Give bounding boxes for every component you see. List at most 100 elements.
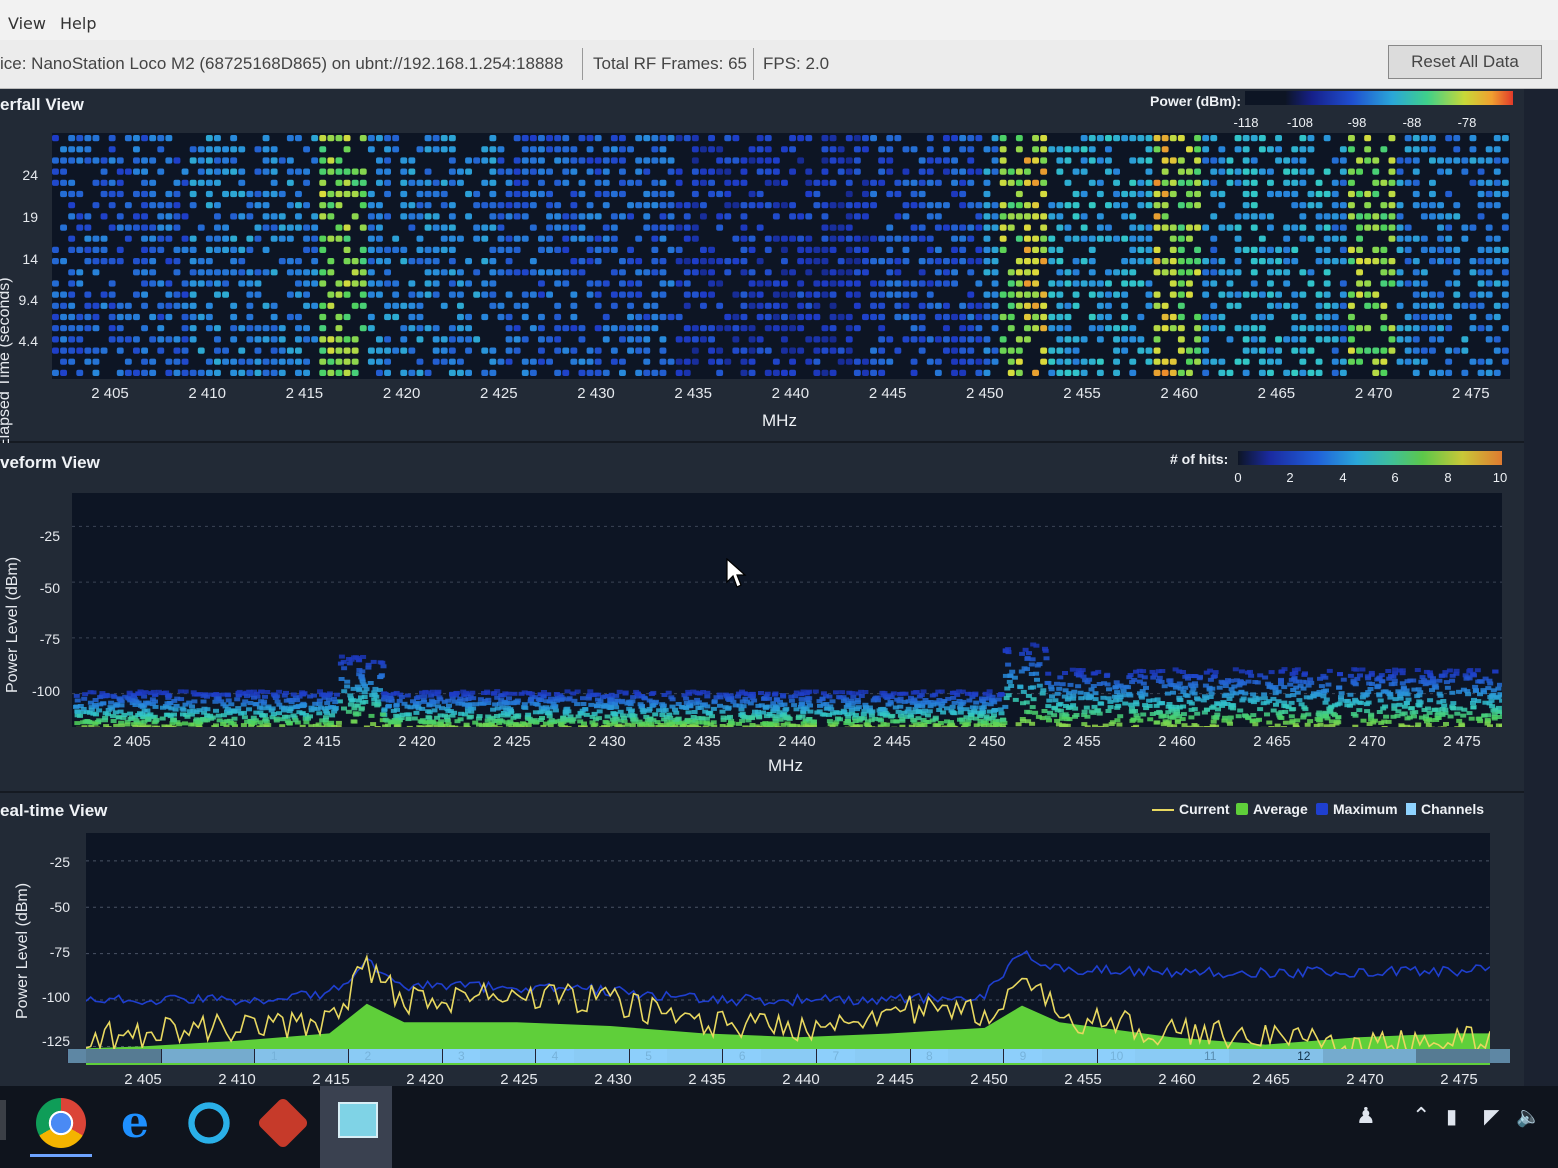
waveform-point — [669, 697, 676, 702]
waterfall-cell — [610, 224, 618, 231]
waveform-point — [1356, 708, 1363, 713]
waterfall-cell — [602, 157, 610, 164]
waterfall-cell — [991, 269, 999, 276]
waterfall-cell — [724, 157, 732, 164]
waterfall-cell — [1250, 224, 1258, 231]
waterfall-cell — [1040, 358, 1048, 365]
waterfall-cell — [173, 190, 181, 198]
waterfall-cell — [311, 213, 319, 220]
waterfall-cell — [1299, 202, 1307, 209]
waterfall-cell — [149, 269, 157, 276]
menu-view[interactable]: View — [8, 14, 46, 33]
waveform-point — [920, 689, 927, 694]
waveform-point — [660, 703, 667, 708]
waterfall-cell — [432, 358, 440, 365]
waveform-point — [792, 694, 799, 699]
waterfall-cell — [659, 224, 667, 231]
waterfall-cell — [1477, 269, 1485, 276]
waterfall-plot[interactable] — [52, 133, 1510, 379]
waterfall-cell — [902, 146, 910, 153]
waterfall-cell — [497, 269, 505, 276]
waveform-point — [482, 723, 489, 727]
waterfall-cell — [133, 190, 140, 198]
waterfall-cell — [1404, 325, 1412, 332]
waterfall-cell — [440, 202, 448, 209]
waveform-point — [393, 702, 400, 707]
waterfall-cell — [319, 179, 327, 186]
fps-readout: FPS: 2.0 — [763, 54, 830, 73]
waveform-point — [1335, 715, 1342, 720]
reset-all-data-button[interactable]: Reset All Data — [1388, 45, 1542, 79]
waterfall-cell — [659, 258, 667, 265]
waterfall-cell — [335, 179, 343, 186]
waterfall-cell — [1113, 358, 1120, 365]
waveform-point — [1004, 686, 1011, 691]
waterfall-cell — [278, 358, 286, 365]
waterfall-cell — [189, 336, 197, 343]
waterfall-cell — [1032, 202, 1039, 209]
waterfall-cell — [1388, 258, 1396, 265]
waterfall-cell — [1445, 369, 1453, 376]
waterfall-cell — [327, 358, 335, 365]
waterfall-cell — [1388, 224, 1396, 231]
waterfall-cell — [205, 258, 213, 265]
waterfall-cell — [1194, 146, 1201, 153]
waterfall-cell — [343, 358, 351, 365]
waterfall-cell — [286, 235, 294, 242]
waveform-point — [852, 719, 859, 723]
waterfall-cell — [1210, 190, 1218, 198]
waveform-point — [1369, 682, 1375, 686]
waveform-point — [235, 693, 242, 698]
waterfall-cell — [278, 235, 286, 242]
waterfall-cell — [594, 280, 602, 287]
waterfall-cell — [1453, 157, 1461, 164]
waterfall-cell — [1258, 369, 1266, 376]
waterfall-cell — [740, 302, 748, 309]
waveform-point — [591, 711, 598, 716]
waterfall-cell — [1453, 135, 1461, 142]
waterfall-cell — [1242, 157, 1250, 164]
waterfall-cell — [586, 135, 594, 142]
waterfall-cell — [1161, 190, 1169, 198]
waterfall-cell — [254, 146, 262, 153]
waveform-point — [830, 711, 836, 716]
waterfall-cell — [594, 179, 602, 186]
waterfall-cell — [554, 302, 562, 309]
waterfall-cell — [1072, 190, 1080, 198]
waterfall-cell — [1161, 369, 1169, 376]
waveform-point — [728, 720, 734, 725]
waveform-point — [872, 716, 879, 721]
waterfall-cell — [716, 168, 724, 175]
waterfall-cell — [1291, 246, 1299, 253]
waveform-point — [1056, 702, 1062, 707]
waveform-point — [1030, 697, 1037, 702]
waterfall-cell — [1380, 224, 1388, 231]
waveform-plot[interactable] — [72, 493, 1502, 727]
waterfall-cell — [448, 269, 456, 276]
waterfall-cell — [651, 190, 659, 198]
waterfall-cell — [1356, 269, 1363, 276]
waterfall-cell — [311, 246, 319, 253]
waterfall-cell — [1072, 168, 1080, 175]
waterfall-cell — [1267, 358, 1274, 365]
waterfall-cell — [813, 347, 821, 354]
waterfall-cell — [1396, 202, 1404, 209]
waterfall-cell — [870, 190, 877, 198]
waterfall-cell — [594, 347, 602, 354]
waterfall-cell — [983, 224, 991, 231]
waterfall-cell — [254, 369, 262, 376]
waterfall-cell — [764, 135, 772, 142]
waterfall-cell — [408, 157, 416, 164]
waterfall-cell — [343, 313, 351, 321]
waterfall-cell — [781, 369, 788, 376]
waterfall-cell — [975, 302, 983, 309]
waterfall-cell — [635, 157, 643, 164]
waterfall-cell — [1137, 179, 1145, 186]
waveform-point — [686, 720, 693, 724]
waterfall-cell — [943, 302, 950, 309]
waterfall-cell — [1032, 157, 1039, 164]
waterfall-cell — [424, 168, 432, 175]
waveform-point — [426, 715, 433, 720]
waveform-point — [1385, 669, 1392, 673]
menu-help[interactable]: Help — [60, 14, 96, 33]
